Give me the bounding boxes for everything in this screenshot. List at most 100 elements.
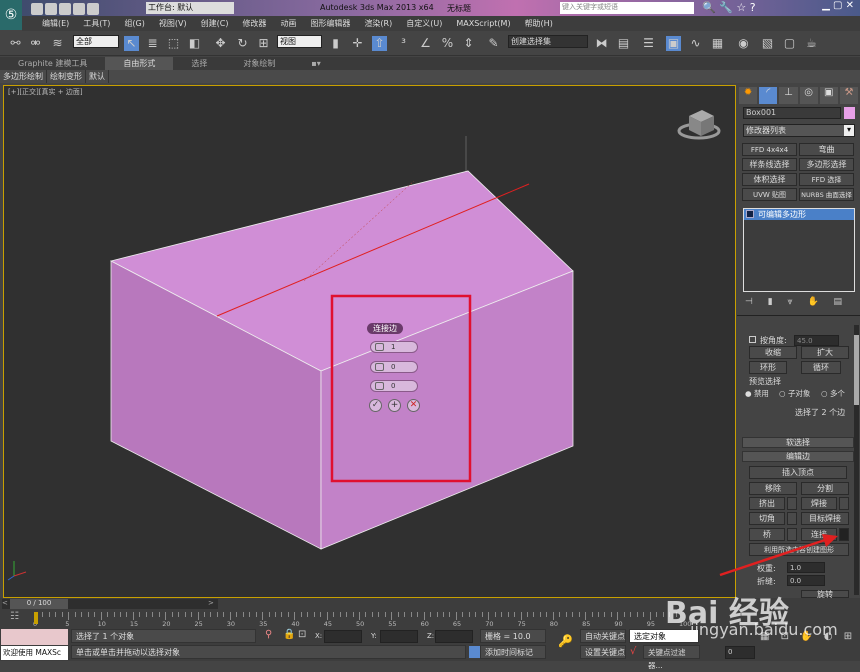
render-teapot-icon[interactable]: ☕ <box>804 36 819 51</box>
tab-object-paint[interactable]: 对象绘制 <box>225 57 293 70</box>
selection-filter-dropdown[interactable]: 全部 <box>73 35 119 48</box>
rect-selection-icon[interactable]: ⬚ <box>166 36 181 51</box>
window-controls[interactable]: ▁ ▢ ✕ <box>798 0 860 16</box>
manipulate-icon[interactable]: ✛ <box>350 36 365 51</box>
help-icons[interactable]: 🔍 🔧 ☆ ? <box>702 1 756 14</box>
current-frame-marker[interactable] <box>34 612 38 624</box>
stack-tools[interactable]: ⊣ ▮ ⩔ ✋ ▤ <box>745 297 855 307</box>
render-setup-icon[interactable]: ▧ <box>760 36 775 51</box>
modify-tab-icon[interactable]: ◜ <box>759 87 778 104</box>
auto-key-button[interactable]: 自动关键点 <box>580 629 626 643</box>
pivot-icon[interactable]: ▮ <box>328 36 343 51</box>
insert-vertex-button[interactable]: 插入顶点 <box>749 466 847 479</box>
spline-select-button[interactable]: 样条线选择 <box>742 158 797 171</box>
paint-deform-button[interactable]: 绘制变形 <box>47 70 86 83</box>
caddy-apply-icon[interactable]: + <box>388 399 401 412</box>
new-icon[interactable] <box>31 3 43 15</box>
edit-edges-rollout[interactable]: 编辑边 <box>742 451 854 462</box>
vol-select-button[interactable]: 体积选择 <box>742 173 797 186</box>
workspace-dropdown[interactable]: 工作台: 默认 <box>146 2 234 14</box>
layer-icon[interactable]: ☰ <box>641 36 656 51</box>
modifier-list-dropdown[interactable]: 修改器列表 ▾ <box>743 124 855 137</box>
key-filters-button[interactable]: 关键点过滤器... <box>643 645 700 670</box>
undo-icon[interactable] <box>73 3 85 15</box>
save-icon[interactable] <box>59 3 71 15</box>
link-icon[interactable]: ⚯ <box>8 36 23 51</box>
menu-rendering[interactable]: 渲染(R) <box>364 18 392 29</box>
scrollbar-thumb[interactable] <box>854 335 859 405</box>
next-frame-icon[interactable]: > <box>208 599 214 607</box>
menu-customize[interactable]: 自定义(U) <box>406 18 442 29</box>
time-slider-thumb[interactable]: 0 / 100 <box>10 599 68 609</box>
current-frame-field[interactable]: 0 <box>725 646 755 659</box>
preview-option-disable[interactable]: ● 禁用 <box>745 388 769 399</box>
set-key-button[interactable]: 设置关键点 <box>580 645 626 659</box>
named-selection-dropdown[interactable]: 创建选择集 <box>508 35 588 48</box>
scale-icon[interactable]: ⊞ <box>256 36 271 51</box>
object-color-swatch[interactable] <box>844 107 855 119</box>
y-coord-field[interactable] <box>380 630 418 643</box>
expand-icon[interactable] <box>746 210 754 218</box>
curve-editor-icon[interactable]: ∿ <box>688 36 703 51</box>
uvw-map-button[interactable]: UVW 贴图 <box>742 188 797 201</box>
caddy-ok-icon[interactable]: ✓ <box>369 399 382 412</box>
rotate-button[interactable]: 旋转 <box>801 590 849 599</box>
stack-item-editable-poly[interactable]: 可编辑多边形 <box>744 209 854 220</box>
menu-maxscript[interactable]: MAXScript(M) <box>456 19 510 28</box>
angle-field[interactable]: 45.0 <box>794 335 839 346</box>
soft-selection-rollout[interactable]: 软选择 <box>742 437 854 448</box>
material-editor-icon[interactable]: ◉ <box>736 36 751 51</box>
spinner-snap-icon[interactable]: ⇕ <box>461 36 476 51</box>
prev-frame-icon[interactable]: < <box>2 599 8 607</box>
remove-button[interactable]: 移除 <box>749 482 797 495</box>
app-logo-icon[interactable]: ⑤ <box>0 0 22 30</box>
align-icon[interactable]: ▤ <box>616 36 631 51</box>
extrude-settings-button[interactable] <box>787 497 797 510</box>
display-tab-icon[interactable]: ▣ <box>819 87 838 104</box>
poly-draw-button[interactable]: 多边形绘制 <box>0 70 47 83</box>
nurbs-select-button[interactable]: NURBS 曲面选择 <box>799 188 854 201</box>
caddy-pinch-field[interactable]: 0 <box>370 361 418 373</box>
caddy-title[interactable]: 连接边 <box>367 323 403 334</box>
menu-group[interactable]: 组(G) <box>124 18 144 29</box>
preview-option-subobject[interactable]: ○ 子对象 <box>779 388 810 399</box>
utilities-tab-icon[interactable]: ⚒ <box>839 87 859 104</box>
maxscript-listener[interactable] <box>1 629 68 645</box>
window-crossing-icon[interactable]: ◧ <box>187 36 202 51</box>
defaults-button[interactable]: 默认 <box>86 70 109 83</box>
edit-named-sel-icon[interactable]: ✎ <box>486 36 501 51</box>
open-icon[interactable] <box>45 3 57 15</box>
search-input[interactable]: 键入关键字或短语 <box>560 2 694 14</box>
select-object-icon[interactable]: ↖ <box>124 36 139 51</box>
welcome-text[interactable]: 欢迎使用 MAXSc <box>1 646 68 660</box>
ribbon-options-icon[interactable]: ▪▾ <box>293 57 338 70</box>
hierarchy-tab-icon[interactable]: ⊥ <box>779 87 798 104</box>
object-name-field[interactable]: Box001 <box>743 107 841 119</box>
keyboard-shortcut-icon[interactable]: ⇧ <box>372 36 387 51</box>
motion-tab-icon[interactable]: ◎ <box>799 87 818 104</box>
time-slider[interactable]: < 0 / 100 > <box>2 599 218 609</box>
split-button[interactable]: 分割 <box>801 482 849 495</box>
mirror-icon[interactable]: ⧓ <box>594 36 609 51</box>
menu-create[interactable]: 创建(C) <box>201 18 229 29</box>
snap-toggle-icon[interactable]: ³ <box>396 36 411 51</box>
lock-icon[interactable]: 🔒 <box>283 629 295 640</box>
extrude-button[interactable]: 挤出 <box>749 497 785 510</box>
reference-coord-dropdown[interactable]: 视图 <box>277 35 322 48</box>
render-frame-icon[interactable]: ▢ <box>782 36 797 51</box>
viewport[interactable]: [+][正交][真实 + 边面] <box>3 85 736 598</box>
menu-help[interactable]: 帮助(H) <box>525 18 553 29</box>
x-coord-field[interactable] <box>324 630 362 643</box>
z-coord-field[interactable] <box>435 630 473 643</box>
unlink-icon[interactable]: ⚮ <box>28 36 43 51</box>
preview-option-multi[interactable]: ○ 多个 <box>821 388 845 399</box>
isolate-icon[interactable]: ⚲ <box>265 629 272 640</box>
select-by-name-icon[interactable]: ≣ <box>145 36 160 51</box>
schematic-view-icon[interactable]: ▦ <box>710 36 725 51</box>
caddy-slide-field[interactable]: 0 <box>370 380 418 392</box>
weld-button[interactable]: 焊接 <box>801 497 837 510</box>
angle-snap-icon[interactable]: ∠ <box>418 36 433 51</box>
weld-settings-button[interactable] <box>839 497 849 510</box>
poly-select-button[interactable]: 多边形选择 <box>799 158 854 171</box>
time-tag-icon[interactable] <box>469 646 480 658</box>
